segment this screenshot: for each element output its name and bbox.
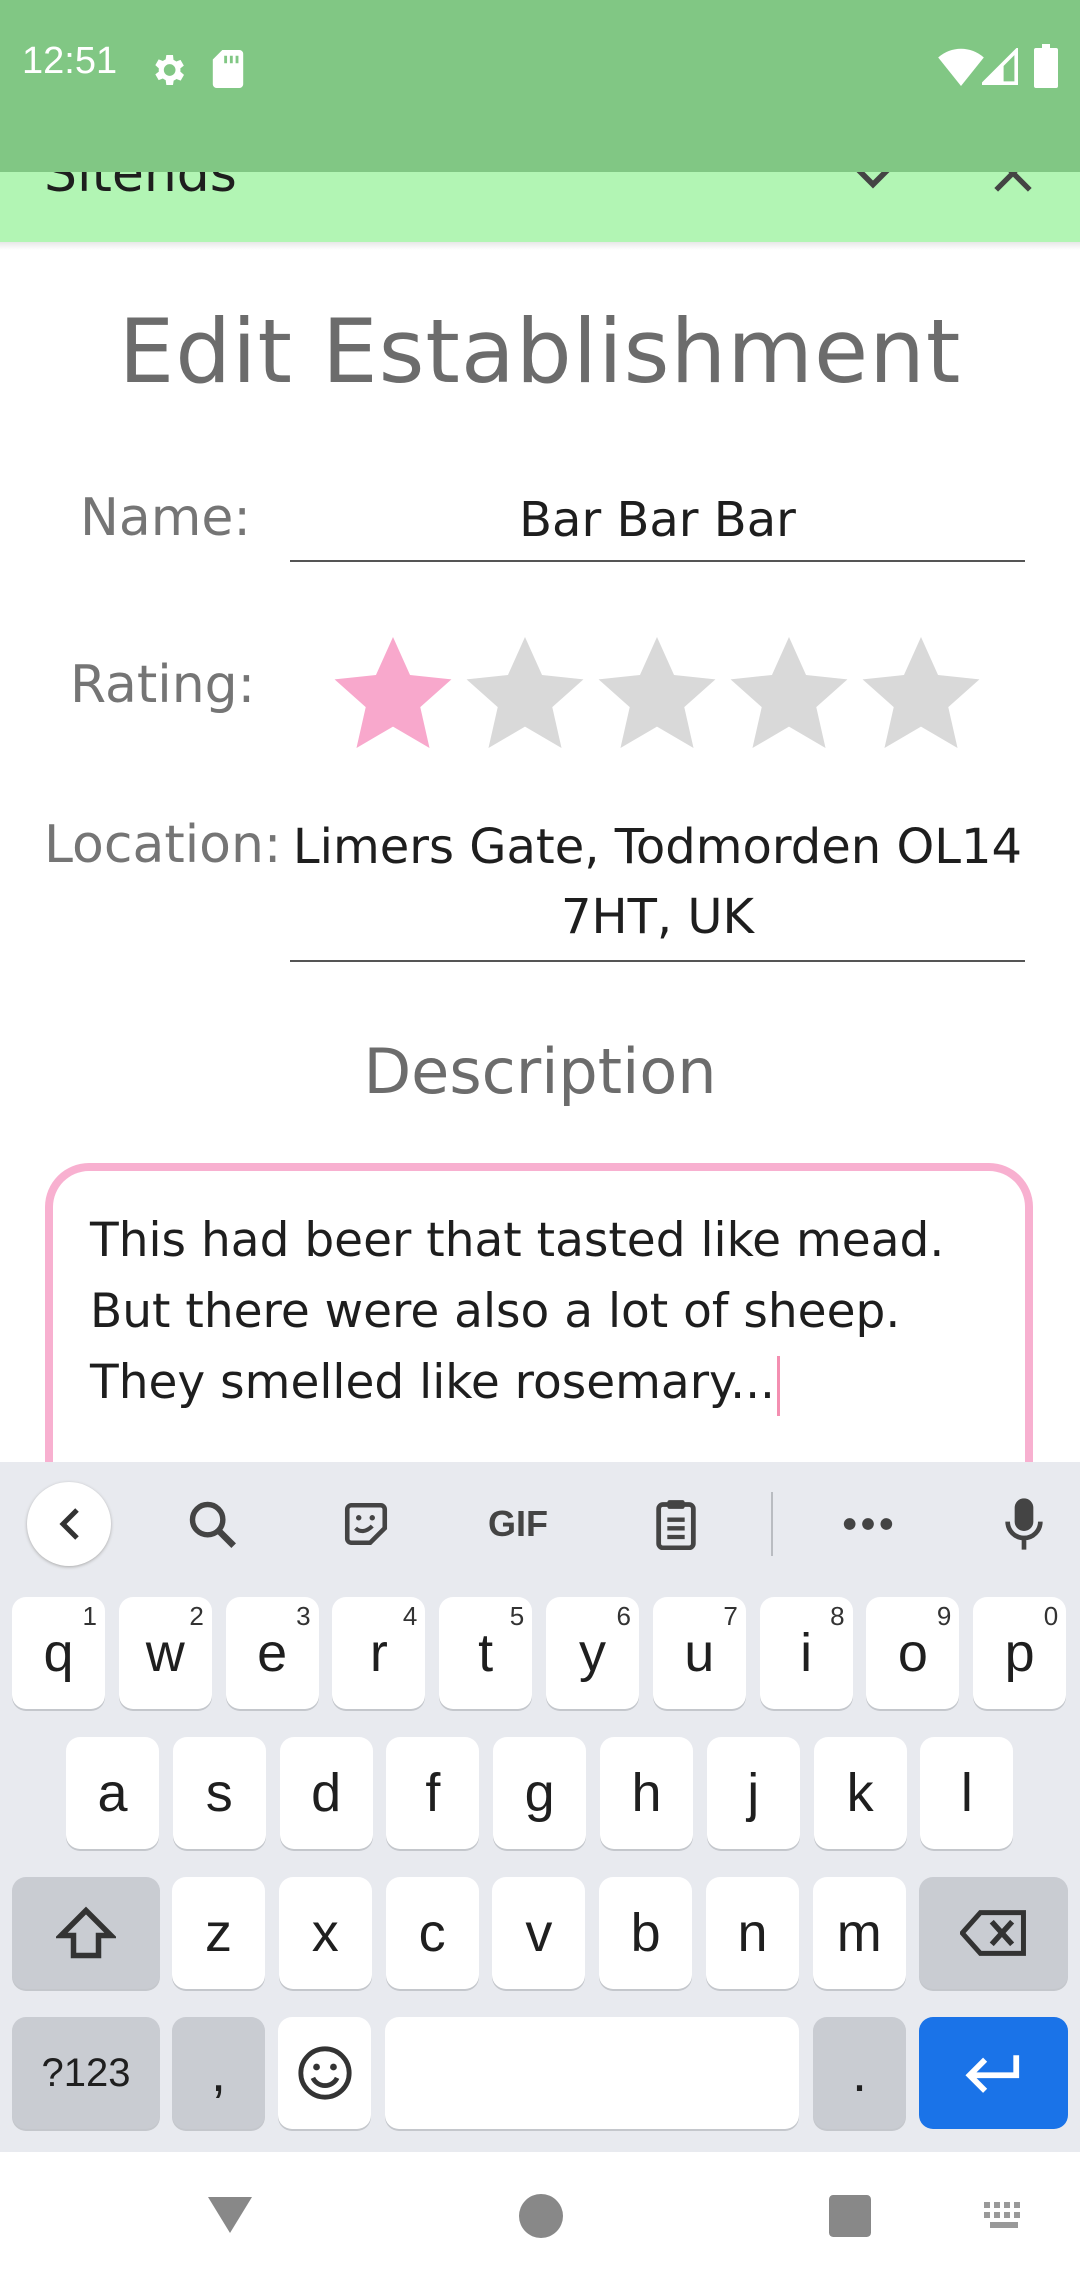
key-e[interactable]: e3 xyxy=(225,1597,319,1709)
close-icon[interactable] xyxy=(992,172,1034,194)
key-hint-1: 1 xyxy=(82,1601,97,1631)
key-r[interactable]: r4 xyxy=(332,1597,426,1709)
star-1-icon[interactable] xyxy=(333,637,453,749)
key-hint-7: 7 xyxy=(723,1601,738,1631)
key-a[interactable]: a xyxy=(66,1737,159,1849)
key-l[interactable]: l xyxy=(920,1737,1014,1849)
key-hint-0: 0 xyxy=(1043,1601,1059,1631)
key-c[interactable]: c xyxy=(385,1877,479,1989)
key-hint-8: 8 xyxy=(830,1601,845,1631)
comma-key[interactable]: , xyxy=(172,2017,265,2129)
key-hint-4: 4 xyxy=(402,1601,418,1631)
key-w[interactable]: w2 xyxy=(118,1597,212,1709)
shift-key[interactable] xyxy=(12,1877,160,1989)
description-line-3: They smelled like rosemary... xyxy=(90,1355,775,1410)
star-3-icon[interactable] xyxy=(597,637,717,749)
emoji-key[interactable] xyxy=(278,2017,371,2129)
key-q[interactable]: q1 xyxy=(12,1597,105,1709)
key-f[interactable]: f xyxy=(386,1737,480,1849)
description-line-1: This had beer that tasted like mead. xyxy=(90,1213,945,1268)
search-icon[interactable] xyxy=(172,1484,252,1564)
enter-key[interactable] xyxy=(919,2017,1068,2129)
back-triangle-icon[interactable] xyxy=(206,2194,254,2236)
star-5-icon[interactable] xyxy=(861,637,981,749)
more-icon[interactable] xyxy=(828,1484,908,1564)
back-icon[interactable] xyxy=(27,1482,111,1566)
key-p[interactable]: p0 xyxy=(973,1597,1067,1709)
location-underline xyxy=(290,960,1025,962)
battery-icon xyxy=(1034,44,1058,88)
key-hint-3: 3 xyxy=(296,1601,311,1631)
key-hint-2: 2 xyxy=(189,1601,204,1631)
key-z[interactable]: z xyxy=(172,1877,265,1989)
chevron-down-icon[interactable] xyxy=(850,172,896,192)
name-field[interactable]: Bar Bar Bar xyxy=(290,492,1025,548)
key-t[interactable]: t5 xyxy=(439,1597,533,1709)
recents-square-icon[interactable] xyxy=(829,2195,871,2237)
mic-icon[interactable] xyxy=(984,1484,1064,1564)
space-key[interactable] xyxy=(385,2017,799,2129)
text-cursor xyxy=(776,1355,780,1416)
key-g[interactable]: g xyxy=(493,1737,587,1849)
key-h[interactable]: h xyxy=(600,1737,693,1849)
key-hint-6: 6 xyxy=(616,1601,631,1631)
gif-icon[interactable]: GIF xyxy=(478,1484,558,1564)
clipboard-icon[interactable] xyxy=(636,1484,716,1564)
key-hint-9: 9 xyxy=(936,1601,952,1631)
rating-label: Rating: xyxy=(70,655,256,715)
key-v[interactable]: v xyxy=(492,1877,586,1989)
location-label: Location: xyxy=(44,815,282,875)
keyboard-switch-icon[interactable] xyxy=(984,2202,1028,2230)
location-field[interactable]: Limers Gate, Todmorden OL14 7HT, UK xyxy=(290,812,1025,952)
wifi-icon xyxy=(938,48,984,86)
key-i[interactable]: i8 xyxy=(759,1597,853,1709)
navigation-bar xyxy=(0,2152,1080,2280)
period-key[interactable]: . xyxy=(813,2017,906,2129)
keyboard: GIF q1w2e3r4t5y6u7i8o9p0 asdfghjkl zxcvb… xyxy=(0,1462,1080,2152)
name-underline xyxy=(290,560,1025,562)
settings-icon xyxy=(155,55,184,85)
symbols-key[interactable]: ?123 xyxy=(12,2017,160,2129)
key-x[interactable]: x xyxy=(278,1877,372,1989)
rating-stars xyxy=(333,637,983,757)
toolbar-divider xyxy=(771,1492,773,1556)
key-y[interactable]: y6 xyxy=(546,1597,639,1709)
status-bar: 12:51 xyxy=(0,0,1080,172)
key-b[interactable]: b xyxy=(599,1877,693,1989)
backspace-key[interactable] xyxy=(919,1877,1068,1989)
description-text: This had beer that tasted like mead. But… xyxy=(90,1205,990,1418)
location-line-1: Limers Gate, Todmorden OL14 xyxy=(292,819,1023,875)
status-time: 12:51 xyxy=(22,40,118,82)
signal-icon xyxy=(982,48,1018,85)
app-bar-shadow xyxy=(0,242,1080,250)
key-j[interactable]: j xyxy=(706,1737,800,1849)
location-line-2: 7HT, UK xyxy=(560,889,755,945)
key-d[interactable]: d xyxy=(279,1737,373,1849)
key-s[interactable]: s xyxy=(172,1737,266,1849)
star-4-icon[interactable] xyxy=(729,637,849,749)
sticker-icon[interactable] xyxy=(326,1484,406,1564)
name-label: Name: xyxy=(80,488,251,548)
key-hint-5: 5 xyxy=(509,1601,525,1631)
home-circle-icon[interactable] xyxy=(519,2194,563,2238)
key-m[interactable]: m xyxy=(812,1877,906,1989)
key-k[interactable]: k xyxy=(813,1737,907,1849)
star-2-icon[interactable] xyxy=(465,637,585,749)
app-bar: Sitends xyxy=(0,172,1080,242)
page-title: Edit Establishment xyxy=(118,300,962,403)
key-o[interactable]: o9 xyxy=(866,1597,960,1709)
key-n[interactable]: n xyxy=(706,1877,799,1989)
app-title: Sitends xyxy=(44,172,237,204)
description-heading: Description xyxy=(363,1035,717,1108)
description-line-2: But there were also a lot of sheep. xyxy=(90,1284,901,1339)
key-u[interactable]: u7 xyxy=(652,1597,746,1709)
sd-card-icon xyxy=(212,50,244,88)
